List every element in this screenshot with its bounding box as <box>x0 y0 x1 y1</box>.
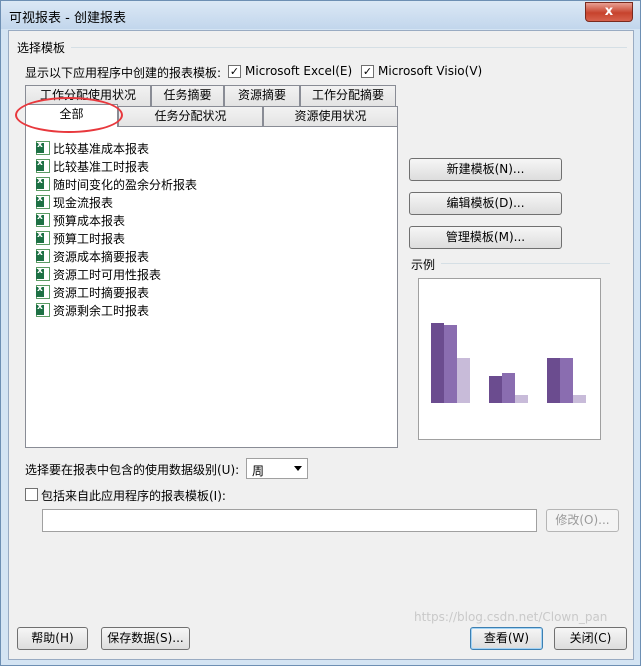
list-item[interactable]: 比较基准成本报表 <box>36 139 149 157</box>
list-item[interactable]: 资源成本摘要报表 <box>36 247 149 265</box>
tab-task-summary[interactable]: 任务摘要 <box>151 85 224 106</box>
save-data-button[interactable]: 保存数据(S)... <box>101 627 190 650</box>
excel-checkbox[interactable]: ✓ <box>228 65 241 78</box>
template-name: 预算成本报表 <box>53 213 126 228</box>
usage-level-select[interactable]: 周 <box>246 458 308 479</box>
title-bar[interactable]: 可视报表 - 创建报表 x <box>1 1 640 29</box>
sample-label: 示例 <box>411 258 436 272</box>
sample-bar <box>515 395 528 403</box>
tab-assignment-summary[interactable]: 工作分配摘要 <box>300 85 396 106</box>
sample-bar <box>444 325 457 403</box>
manage-templates-button[interactable]: 管理模板(M)... <box>409 226 562 249</box>
list-item[interactable]: 资源工时摘要报表 <box>36 283 149 301</box>
sample-bar <box>431 323 444 403</box>
template-name: 资源工时可用性报表 <box>53 267 162 282</box>
close-icon: x <box>604 4 614 19</box>
tab-task-assignment-status[interactable]: 任务分配状况 <box>118 106 263 127</box>
excel-file-icon <box>36 158 50 173</box>
visio-checkbox[interactable]: ✓ <box>361 65 374 78</box>
dialog-window: 可视报表 - 创建报表 x 选择模板 显示以下应用程序中创建的报表模板: ✓ M… <box>0 0 641 666</box>
template-name: 现金流报表 <box>53 195 114 210</box>
sample-bar <box>489 376 502 403</box>
help-button[interactable]: 帮助(H) <box>17 627 88 650</box>
list-item[interactable]: 预算工时报表 <box>36 229 125 247</box>
sample-bar <box>502 373 515 403</box>
template-name: 预算工时报表 <box>53 231 126 246</box>
dialog-client-area: 选择模板 显示以下应用程序中创建的报表模板: ✓ Microsoft Excel… <box>8 30 634 660</box>
excel-file-icon <box>36 248 50 263</box>
section-title: 选择模板 <box>17 41 66 55</box>
template-name: 比较基准工时报表 <box>53 159 150 174</box>
modify-button[interactable]: 修改(O)... <box>546 509 619 532</box>
checkmark-icon: ✓ <box>362 65 373 78</box>
excel-file-icon <box>36 230 50 245</box>
chevron-down-icon <box>294 466 302 471</box>
window-title: 可视报表 - 创建报表 <box>9 11 126 26</box>
sample-divider <box>441 263 610 264</box>
sample-bar <box>457 358 470 403</box>
list-item[interactable]: 资源剩余工时报表 <box>36 301 149 319</box>
template-name: 比较基准成本报表 <box>53 141 150 156</box>
list-item[interactable]: 随时间变化的盈余分析报表 <box>36 175 197 193</box>
template-name: 资源成本摘要报表 <box>53 249 150 264</box>
template-list[interactable]: 比较基准成本报表 比较基准工时报表 随时间变化的盈余分析报表 现金流报表 预算成… <box>25 126 398 448</box>
excel-file-icon <box>36 176 50 191</box>
usage-level-value: 周 <box>252 464 265 478</box>
watermark: https://blog.csdn.net/Clown_pan <box>414 610 608 624</box>
tab-all[interactable]: 全部 <box>25 104 118 127</box>
excel-checkbox-label[interactable]: Microsoft Excel(E) <box>245 64 352 78</box>
close-window-button[interactable]: x <box>585 2 633 22</box>
edit-template-button[interactable]: 编辑模板(D)... <box>409 192 562 215</box>
section-divider <box>71 47 627 48</box>
template-name: 资源工时摘要报表 <box>53 285 150 300</box>
visio-checkbox-label[interactable]: Microsoft Visio(V) <box>378 64 482 78</box>
excel-file-icon <box>36 284 50 299</box>
excel-file-icon <box>36 302 50 317</box>
include-templates-checkbox[interactable] <box>25 488 38 501</box>
app-filter-label: 显示以下应用程序中创建的报表模板: <box>25 66 222 80</box>
sample-bar <box>573 395 586 403</box>
list-item[interactable]: 预算成本报表 <box>36 211 125 229</box>
excel-file-icon <box>36 194 50 209</box>
list-item[interactable]: 现金流报表 <box>36 193 113 211</box>
sample-preview <box>418 278 601 440</box>
list-item[interactable]: 比较基准工时报表 <box>36 157 149 175</box>
sample-chart <box>431 323 586 403</box>
template-path-field[interactable] <box>42 509 537 532</box>
sample-bar <box>560 358 573 403</box>
excel-file-icon <box>36 266 50 281</box>
tab-resource-summary[interactable]: 资源摘要 <box>224 85 300 106</box>
excel-file-icon <box>36 140 50 155</box>
close-button[interactable]: 关闭(C) <box>554 627 627 650</box>
usage-level-label: 选择要在报表中包含的使用数据级别(U): <box>25 463 240 477</box>
tab-assignment-usage[interactable]: 工作分配使用状况 <box>25 85 151 106</box>
sample-bar <box>547 358 560 403</box>
new-template-button[interactable]: 新建模板(N)... <box>409 158 562 181</box>
template-name: 资源剩余工时报表 <box>53 303 150 318</box>
list-item[interactable]: 资源工时可用性报表 <box>36 265 161 283</box>
checkmark-icon: ✓ <box>229 65 240 78</box>
excel-file-icon <box>36 212 50 227</box>
template-name: 随时间变化的盈余分析报表 <box>53 177 198 192</box>
view-button[interactable]: 查看(W) <box>470 627 543 650</box>
include-templates-label[interactable]: 包括来自此应用程序的报表模板(I): <box>41 487 226 504</box>
tab-resource-usage[interactable]: 资源使用状况 <box>263 106 398 127</box>
